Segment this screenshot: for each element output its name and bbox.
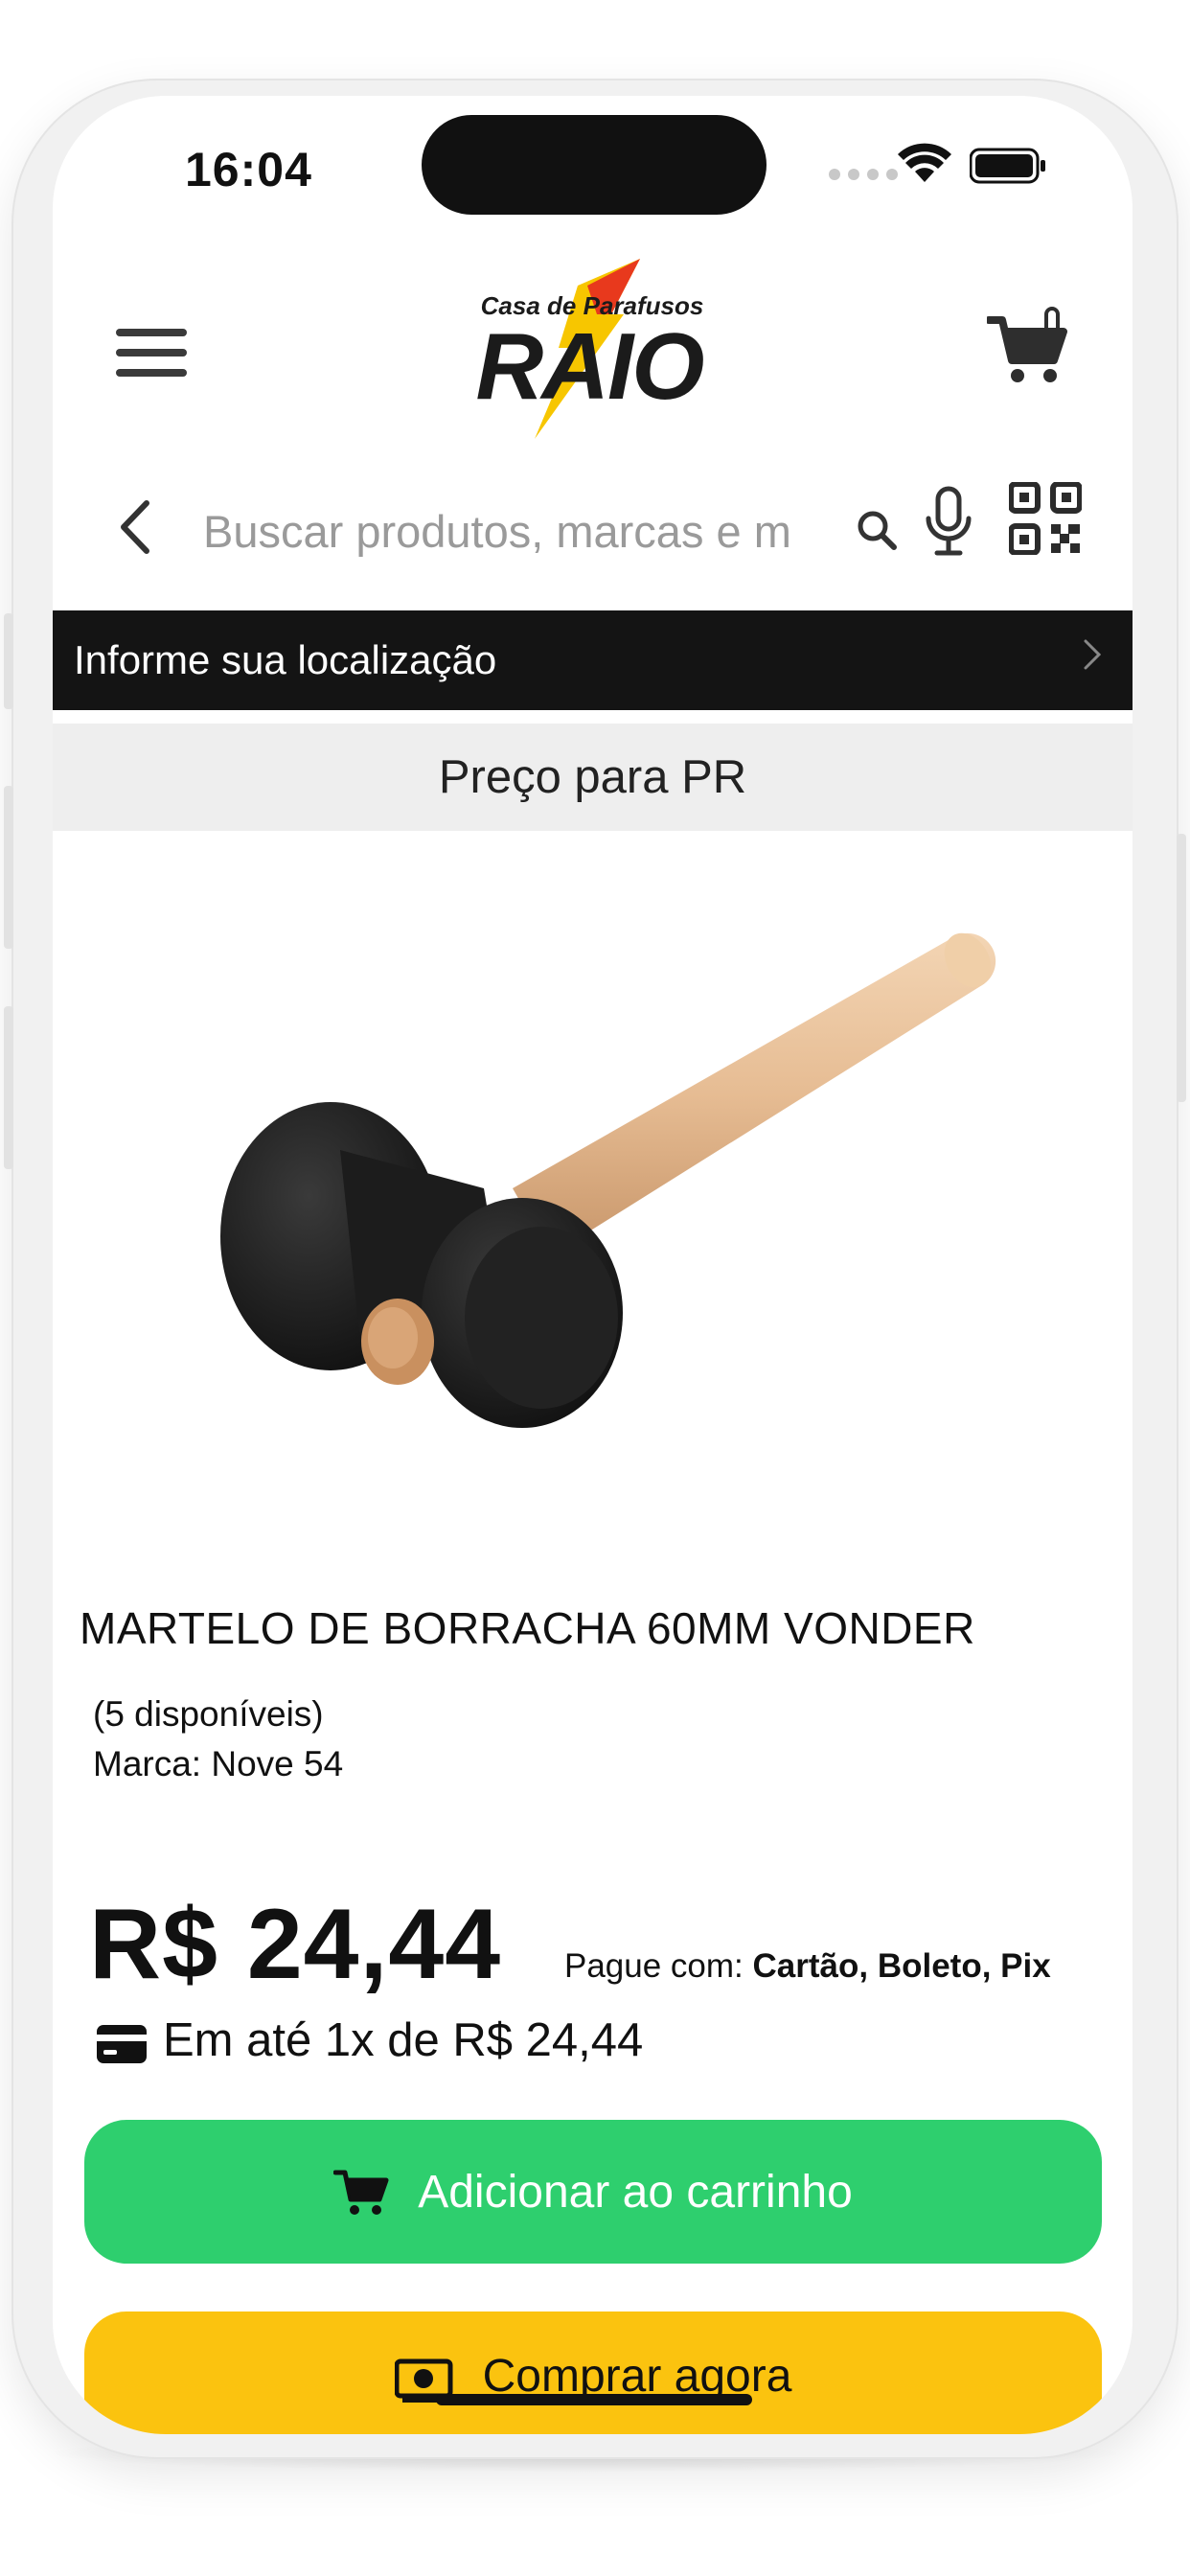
side-button-silent [4, 613, 13, 709]
back-chevron-icon[interactable] [112, 494, 160, 561]
cart-icon[interactable] [987, 307, 1067, 387]
product-title: MARTELO DE BORRACHA 60MM VONDER [80, 1603, 975, 1653]
dynamic-island [422, 115, 767, 215]
logo-title: RAIO [476, 313, 704, 419]
location-label: Informe sua localização [74, 637, 497, 682]
product-image[interactable] [196, 910, 1040, 1485]
battery-icon [970, 148, 1045, 184]
side-button-power [1177, 834, 1186, 1102]
status-time: 16:04 [185, 143, 312, 196]
side-button-volume-down [4, 1006, 13, 1169]
stock-count: (5 disponíveis) [93, 1694, 324, 1734]
cart-icon [333, 2170, 389, 2215]
store-logo[interactable]: Casa de Parafusos RAIO [453, 257, 731, 448]
buy-now-button[interactable]: Comprar agora [84, 2312, 1102, 2434]
microphone-icon[interactable] [920, 484, 977, 561]
payment-label: Pague com: [564, 1947, 744, 1985]
menu-icon[interactable] [116, 329, 187, 382]
search-input[interactable] [201, 496, 866, 565]
payment-methods-list: Cartão, Boleto, Pix [752, 1947, 1051, 1985]
payment-methods: Pague com: Cartão, Boleto, Pix [564, 1947, 1051, 1986]
price-region-label: Preço para PR [438, 751, 747, 803]
home-indicator[interactable] [436, 2394, 752, 2405]
product-brand: Marca: Nove 54 [93, 1744, 344, 1783]
add-to-cart-label: Adicionar ao carrinho [418, 2166, 853, 2218]
side-button-volume-up [4, 786, 13, 949]
credit-card-icon [97, 2025, 147, 2063]
phone-screen: 16:04 Casa de Parafusos RAIO Buscar prod… [53, 96, 1133, 2434]
chevron-right-icon [1084, 639, 1102, 670]
location-bar[interactable]: Informe sua localização [53, 610, 1133, 710]
price-region-bar: Preço para PR [53, 724, 1133, 831]
add-to-cart-button[interactable]: Adicionar ao carrinho [84, 2120, 1102, 2264]
signal-icon [829, 169, 898, 180]
wifi-icon [898, 143, 951, 182]
search-icon[interactable] [855, 508, 899, 552]
installments-info: Em até 1x de R$ 24,44 [163, 2014, 644, 2066]
product-price: R$ 24,44 [89, 1889, 502, 2000]
qr-code-icon[interactable] [1009, 482, 1082, 555]
